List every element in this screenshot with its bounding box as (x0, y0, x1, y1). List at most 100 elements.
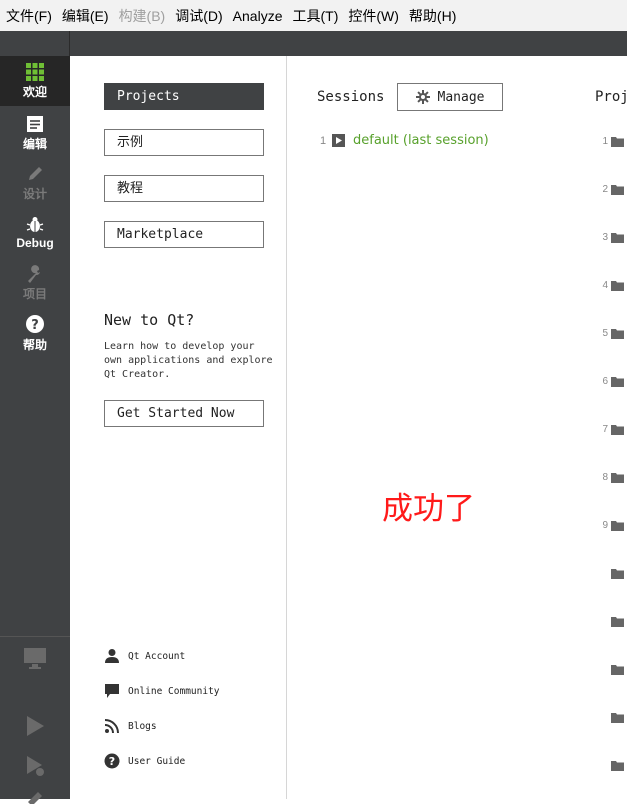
mode-label: 编辑 (22, 136, 47, 151)
menu-edit[interactable]: 编辑(E) (56, 6, 113, 26)
project-number: 1 (602, 136, 608, 147)
folder-icon (611, 137, 624, 147)
project-number: 6 (602, 376, 608, 387)
mode-welcome[interactable]: 欢迎 (0, 56, 70, 106)
folder-icon (611, 329, 624, 339)
recent-project-item[interactable]: 9 (598, 520, 624, 531)
menu-build[interactable]: 构建(B) (113, 6, 170, 26)
folder-icon (611, 185, 624, 195)
link-label: Blogs (128, 720, 157, 732)
mode-label: 帮助 (22, 337, 47, 352)
menu-bar: 文件(F) 编辑(E) 构建(B) 调试(D) Analyze 工具(T) 控件… (0, 0, 627, 31)
grid-icon (26, 62, 44, 81)
menu-widgets[interactable]: 控件(W) (342, 6, 403, 26)
online-community-link[interactable]: Online Community (104, 683, 220, 699)
document-icon (27, 115, 43, 132)
folder-icon (611, 617, 624, 627)
menu-tools[interactable]: 工具(T) (286, 6, 342, 26)
recent-project-item[interactable]: 5 (598, 328, 624, 339)
qt-account-link[interactable]: Qt Account (104, 648, 185, 664)
recent-project-item[interactable]: 1 (598, 136, 624, 147)
play-icon (27, 716, 44, 736)
mode-label: 设计 (22, 186, 47, 201)
chat-bubble-icon (105, 684, 119, 698)
recent-project-item[interactable] (598, 760, 624, 771)
recent-project-item[interactable] (598, 616, 624, 627)
manage-sessions-button[interactable]: Manage (397, 83, 503, 111)
session-name: default (last session) (353, 133, 489, 148)
recent-project-item[interactable]: 4 (598, 280, 624, 291)
monitor-icon (24, 648, 46, 669)
success-annotation-text: 成功了 (382, 491, 475, 527)
debug-run-button[interactable] (0, 746, 70, 786)
recent-project-item[interactable]: 8 (598, 472, 624, 483)
marketplace-button[interactable]: Marketplace (104, 221, 264, 248)
recent-project-item[interactable]: 6 (598, 376, 624, 387)
hammer-icon (28, 792, 42, 804)
recent-project-item[interactable]: 2 (598, 184, 624, 195)
projects-heading: Proj (595, 89, 627, 105)
build-button[interactable] (0, 784, 70, 804)
welcome-main-area: Sessions Manage 1 default (last session)… (287, 56, 627, 799)
projects-button[interactable]: Projects (104, 83, 264, 110)
manage-label: Manage (437, 89, 485, 105)
help-circle-icon: ? (104, 753, 120, 769)
new-to-qt-heading: New to Qt? (104, 311, 195, 329)
mode-help[interactable]: ? 帮助 (0, 308, 70, 358)
recent-project-item[interactable] (598, 712, 624, 723)
mode-label: 项目 (22, 286, 47, 301)
folder-icon (611, 521, 624, 531)
menu-analyze[interactable]: Analyze (227, 8, 287, 24)
folder-icon (611, 569, 624, 579)
mode-debug[interactable]: Debug (0, 208, 70, 258)
sidebar-divider (0, 636, 70, 637)
project-number: 7 (602, 424, 608, 435)
rss-icon (104, 719, 119, 734)
mode-design[interactable]: 设计 (0, 158, 70, 208)
folder-icon (611, 281, 624, 291)
session-play-icon (332, 134, 345, 147)
welcome-side-panel: Projects 示例 教程 Marketplace New to Qt? Le… (70, 56, 287, 799)
mode-label: 欢迎 (22, 84, 47, 99)
menu-file[interactable]: 文件(F) (0, 6, 56, 26)
folder-icon (611, 713, 624, 723)
folder-icon (611, 473, 624, 483)
learn-text: Learn how to develop your own applicatio… (104, 341, 273, 380)
link-label: User Guide (128, 755, 186, 767)
session-item[interactable]: 1 default (last session) (320, 133, 489, 148)
tutorials-button[interactable]: 教程 (104, 175, 264, 202)
svg-text:?: ? (31, 318, 39, 333)
svg-text:?: ? (109, 755, 115, 768)
folder-icon (611, 665, 624, 675)
recent-project-item[interactable] (598, 664, 624, 675)
mode-label: Debug (16, 236, 54, 250)
project-number: 5 (602, 328, 608, 339)
recent-project-item[interactable]: 7 (598, 424, 624, 435)
folder-icon (611, 425, 624, 435)
recent-project-item[interactable]: 3 (598, 232, 624, 243)
pencil-icon (29, 166, 42, 180)
menu-help[interactable]: 帮助(H) (403, 6, 460, 26)
link-label: Online Community (128, 685, 220, 697)
sessions-heading: Sessions (317, 89, 385, 105)
blogs-link[interactable]: Blogs (104, 718, 157, 734)
folder-icon (611, 377, 624, 387)
folder-icon (611, 233, 624, 243)
bug-icon (26, 217, 44, 232)
recent-project-item[interactable] (598, 568, 624, 579)
project-number: 8 (602, 472, 608, 483)
kit-selector-button[interactable] (0, 638, 70, 678)
mode-edit[interactable]: 编辑 (0, 108, 70, 158)
user-guide-link[interactable]: ? User Guide (104, 753, 185, 769)
gear-icon (415, 90, 430, 104)
project-number: 4 (602, 280, 608, 291)
link-label: Qt Account (128, 650, 186, 662)
toolbar-strip (0, 31, 627, 56)
menu-debug[interactable]: 调试(D) (169, 6, 226, 26)
mode-projects[interactable]: 项目 (0, 258, 70, 308)
debug-play-icon (27, 756, 44, 776)
examples-button[interactable]: 示例 (104, 129, 264, 156)
folder-icon (611, 761, 624, 771)
run-button[interactable] (0, 706, 70, 746)
get-started-button[interactable]: Get Started Now (104, 400, 264, 427)
